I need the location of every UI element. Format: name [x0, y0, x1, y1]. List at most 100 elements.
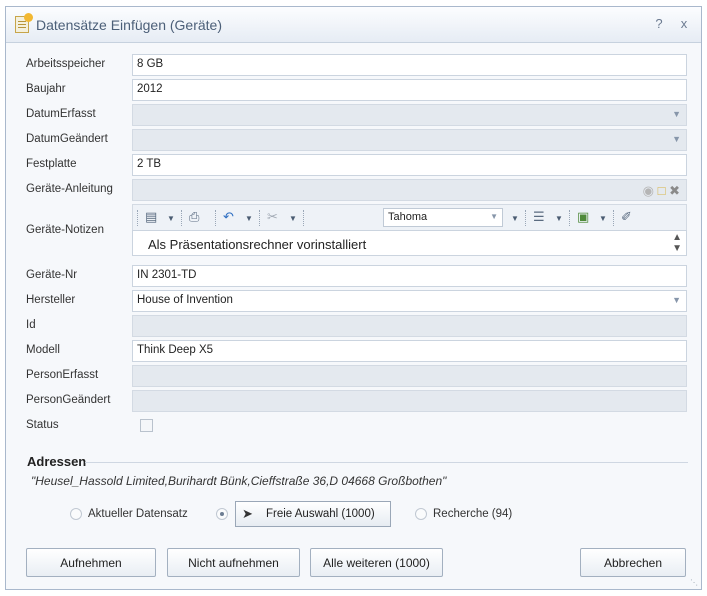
- modell-field[interactable]: Think Deep X5: [132, 340, 687, 362]
- nr-field[interactable]: IN 2301-TD: [132, 265, 687, 287]
- label-notizen: Geräte-Notizen: [26, 224, 104, 236]
- document-icon: [15, 13, 33, 33]
- resize-grip-icon[interactable]: ⋱: [690, 578, 698, 587]
- cursor-icon: ➤: [242, 506, 253, 521]
- open-icon[interactable]: ◉: [643, 183, 654, 198]
- festplatte-field[interactable]: 2 TB: [132, 154, 687, 176]
- brush-icon[interactable]: ✐: [621, 209, 632, 227]
- label-datumgeaendert: DatumGeändert: [26, 133, 108, 145]
- label-id: Id: [26, 319, 36, 331]
- chevron-down-icon: ▼: [490, 212, 498, 221]
- row-festplatte: Festplatte 2 TB: [23, 154, 690, 176]
- row-status: Status: [23, 415, 690, 437]
- scroll-arrows-icon[interactable]: ▲ ▼: [672, 232, 682, 254]
- nicht-aufnehmen-button[interactable]: Nicht aufnehmen: [167, 548, 300, 577]
- freie-auswahl-label: Freie Auswahl (1000): [266, 508, 375, 520]
- form-area: Arbeitsspeicher 8 GB Baujahr 2012 DatumE…: [23, 54, 690, 444]
- row-persongeaendert: PersonGeändert: [23, 390, 690, 412]
- label-personerfasst: PersonErfasst: [26, 369, 99, 381]
- chevron-down-icon[interactable]: ▼: [672, 134, 681, 144]
- row-id: Id: [23, 315, 690, 337]
- id-field: [132, 315, 687, 337]
- label-status: Status: [26, 419, 59, 431]
- paragraph-icon[interactable]: ▤: [145, 209, 157, 227]
- record-scope-options: Aktueller Datensatz ➤ Freie Auswahl (100…: [66, 501, 546, 527]
- list-icon[interactable]: ☰: [533, 209, 545, 227]
- label-nr: Geräte-Nr: [26, 269, 78, 281]
- dropdown-arrow-icon[interactable]: ▼: [599, 214, 607, 223]
- label-modell: Modell: [26, 344, 60, 356]
- abbrechen-button[interactable]: Abbrechen: [580, 548, 686, 577]
- toolbar-separator: [569, 210, 570, 226]
- label-persongeaendert: PersonGeändert: [26, 394, 111, 406]
- close-button[interactable]: x: [676, 16, 692, 31]
- toolbar-separator: [613, 210, 614, 226]
- hersteller-value: House of Invention: [137, 294, 233, 306]
- row-datumgeaendert: DatumGeändert ▼: [23, 129, 690, 151]
- hersteller-field[interactable]: House of Invention ▼: [132, 290, 687, 312]
- alle-weiteren-button[interactable]: Alle weiteren (1000): [310, 548, 443, 577]
- toolbar-separator: [215, 210, 216, 226]
- radio-label-recherche: Recherche (94): [433, 508, 513, 520]
- font-select[interactable]: Tahoma ▼: [383, 208, 503, 227]
- section-divider: [85, 462, 688, 463]
- notes-toolbar: ▤ ▼ ⎙ ↶ ▼ ✂ ▼ Tahoma ▼ ▼ ☰ ▼ ▣ ▼ ✐: [132, 204, 687, 230]
- toolbar-separator: [137, 210, 138, 226]
- freie-auswahl-button[interactable]: ➤ Freie Auswahl (1000): [235, 501, 391, 527]
- row-arbeitsspeicher: Arbeitsspeicher 8 GB: [23, 54, 690, 76]
- chevron-down-icon[interactable]: ▼: [672, 109, 681, 119]
- radio-freie-auswahl[interactable]: [216, 508, 228, 520]
- label-baujahr: Baujahr: [26, 83, 66, 95]
- toolbar-separator: [181, 210, 182, 226]
- dropdown-arrow-icon[interactable]: ▼: [167, 214, 175, 223]
- row-hersteller: Hersteller House of Invention ▼: [23, 290, 690, 312]
- title-bar: Datensätze Einfügen (Geräte) ? x: [6, 7, 701, 43]
- radio-label-aktueller: Aktueller Datensatz: [88, 508, 188, 520]
- status-checkbox[interactable]: [140, 419, 153, 432]
- dropdown-arrow-icon[interactable]: ▼: [511, 214, 519, 223]
- dropdown-arrow-icon[interactable]: ▼: [245, 214, 253, 223]
- dropdown-arrow-icon[interactable]: ▼: [555, 214, 563, 223]
- baujahr-field[interactable]: 2012: [132, 79, 687, 101]
- addresses-heading: Adressen: [27, 454, 87, 469]
- datumerfasst-field: ▼: [132, 104, 687, 126]
- label-arbeitsspeicher: Arbeitsspeicher: [26, 58, 106, 70]
- row-anleitung: Geräte-Anleitung ◉ □ ✖: [23, 179, 690, 201]
- toolbar-separator: [303, 210, 304, 226]
- cut-icon[interactable]: ✂: [267, 209, 278, 227]
- notes-text: Als Präsentationsrechner vorinstalliert: [148, 237, 367, 252]
- delete-icon[interactable]: ✖: [669, 183, 680, 198]
- dialog-title: Datensätze Einfügen (Geräte): [36, 17, 222, 33]
- radio-recherche[interactable]: [415, 508, 427, 520]
- font-name: Tahoma: [388, 211, 428, 223]
- address-text: "Heusel_Hassold Limited,Burihardt Bünk,C…: [31, 474, 447, 488]
- chevron-down-icon[interactable]: ▼: [672, 295, 681, 305]
- aufnehmen-button[interactable]: Aufnehmen: [26, 548, 156, 577]
- row-notizen: Geräte-Notizen ▤ ▼ ⎙ ↶ ▼ ✂ ▼ Tahoma ▼ ▼: [23, 204, 690, 258]
- label-hersteller: Hersteller: [26, 294, 76, 306]
- help-button[interactable]: ?: [651, 16, 667, 31]
- label-anleitung: Geräte-Anleitung: [26, 183, 113, 195]
- row-datumerfasst: DatumErfasst ▼: [23, 104, 690, 126]
- image-icon[interactable]: ▣: [577, 209, 589, 227]
- dropdown-arrow-icon[interactable]: ▼: [289, 214, 297, 223]
- print-icon[interactable]: ⎙: [189, 209, 199, 227]
- label-datumerfasst: DatumErfasst: [26, 108, 96, 120]
- anleitung-field: ◉ □ ✖: [132, 179, 687, 201]
- personerfasst-field: [132, 365, 687, 387]
- new-document-icon[interactable]: □: [658, 183, 666, 198]
- toolbar-separator: [259, 210, 260, 226]
- notes-field[interactable]: Als Präsentationsrechner vorinstalliert …: [132, 230, 687, 256]
- row-baujahr: Baujahr 2012: [23, 79, 690, 101]
- datumgeaendert-field: ▼: [132, 129, 687, 151]
- anleitung-actions: ◉ □ ✖: [643, 183, 680, 199]
- arbeitsspeicher-field[interactable]: 8 GB: [132, 54, 687, 76]
- row-nr: Geräte-Nr IN 2301-TD: [23, 265, 690, 287]
- undo-icon[interactable]: ↶: [223, 209, 234, 227]
- toolbar-separator: [525, 210, 526, 226]
- insert-records-dialog: Datensätze Einfügen (Geräte) ? x Arbeits…: [5, 6, 702, 590]
- label-festplatte: Festplatte: [26, 158, 77, 170]
- row-personerfasst: PersonErfasst: [23, 365, 690, 387]
- radio-aktueller-datensatz[interactable]: [70, 508, 82, 520]
- persongeaendert-field: [132, 390, 687, 412]
